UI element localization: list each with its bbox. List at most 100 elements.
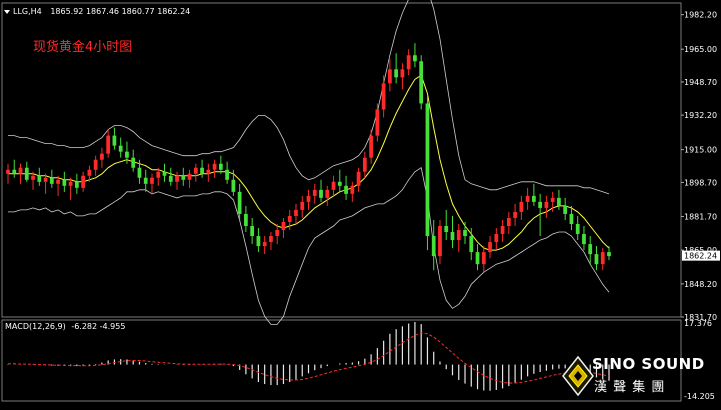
candle-body: [212, 163, 217, 170]
candle-body: [112, 135, 117, 146]
candle-body: [12, 169, 17, 174]
candle-body: [68, 181, 73, 186]
candle-body: [49, 177, 54, 184]
candle-body: [456, 230, 461, 241]
candle-body: [137, 167, 142, 178]
candle-body: [187, 173, 192, 180]
candle-body: [37, 175, 42, 182]
candle-body: [381, 83, 386, 110]
candle-body: [538, 201, 543, 208]
candle-body: [181, 175, 186, 180]
current-price-label: 1862.24: [684, 252, 717, 261]
candle-body: [400, 69, 405, 78]
candle-body: [56, 179, 60, 184]
logo-name: SINO SOUND: [592, 355, 705, 373]
candle-body: [531, 195, 536, 202]
candle-body: [100, 153, 104, 160]
candle-body: [413, 55, 417, 62]
candle-body: [300, 201, 305, 210]
candle-body: [156, 171, 161, 178]
candle-body: [444, 225, 449, 233]
candle-body: [582, 234, 586, 245]
candle-body: [519, 201, 524, 212]
ma-line: [8, 74, 610, 251]
candle-body: [450, 232, 455, 241]
candle-body: [18, 167, 23, 174]
y-tick-label: 1898.70: [684, 178, 717, 187]
macd-values: -6.282 -4.955: [71, 322, 126, 331]
bollinger-upper-line: [8, 0, 610, 195]
candle-body: [81, 175, 86, 188]
candle-body: [200, 167, 204, 174]
chart-window: 1982.20 1965.00 1948.70 1932.20 1915.00 1898.…: [0, 0, 721, 406]
candle-body: [319, 189, 323, 198]
candle-body: [469, 236, 474, 253]
candle-body: [325, 189, 330, 198]
candle-body: [388, 69, 392, 84]
candle-body: [463, 230, 467, 237]
candle-body: [425, 103, 430, 237]
logo-mark: [562, 355, 594, 397]
candle-body: [369, 135, 373, 158]
candle-body: [131, 157, 136, 168]
candle-body: [488, 242, 492, 253]
candle-body: [24, 167, 29, 180]
candle-body: [406, 55, 411, 70]
macd-signal-line: [8, 332, 610, 384]
candle-body: [244, 213, 248, 226]
candle-body: [250, 225, 255, 237]
candle-body: [281, 221, 286, 231]
candle-body: [193, 167, 198, 174]
macd-tick-label: -14.205: [684, 392, 715, 401]
chart-canvas: 1982.20 1965.00 1948.70 1932.20 1915.00 1898.…: [1, 0, 720, 402]
candle-body: [569, 213, 574, 224]
candle-body: [125, 151, 129, 158]
candle-body: [544, 201, 549, 208]
candle-body: [175, 175, 179, 182]
macd-tick-label: 17.376: [684, 319, 712, 328]
symbol-header: LLG,H4 1865.92 1867.46 1860.77 1862.24: [4, 7, 190, 16]
candle-body: [74, 181, 79, 188]
y-tick-label: 1948.70: [684, 78, 717, 87]
candle-body: [331, 181, 336, 190]
candle-body: [306, 195, 311, 202]
candle-body: [168, 175, 173, 182]
candle-body: [6, 169, 10, 174]
signal-line: [8, 332, 610, 384]
candle-body: [150, 177, 154, 184]
macd-header: MACD(12,26,9) -6.282 -4.955: [5, 322, 125, 331]
dropdown-triangle-icon[interactable]: [4, 9, 10, 14]
candle-body: [506, 217, 511, 226]
candle-body: [362, 157, 367, 172]
candle-body: [93, 159, 98, 170]
moving-average: [8, 74, 610, 251]
candle-body: [62, 179, 67, 186]
y-tick-label: 1881.70: [684, 213, 717, 222]
y-tick-label: 1932.20: [684, 111, 717, 120]
candle-body: [218, 163, 223, 170]
candle-body: [525, 195, 530, 202]
candle-body: [118, 145, 123, 152]
candle-body: [43, 177, 48, 182]
symbol-label: LLG,H4: [13, 7, 42, 16]
candle-body: [594, 254, 599, 265]
y-tick-label: 1915.00: [684, 146, 717, 155]
price-axis: 1982.20 1965.00 1948.70 1932.20 1915.00 1898.…: [681, 11, 720, 401]
candle-body: [557, 197, 561, 206]
candle-body: [312, 189, 317, 196]
candle-body: [256, 236, 261, 247]
candle-body: [575, 223, 580, 235]
candle-body: [394, 69, 399, 78]
candle-body: [344, 185, 348, 194]
candle-body: [87, 169, 92, 176]
logo-name-cn: 漢 聲 集 團: [594, 380, 666, 395]
candle-body: [356, 171, 361, 186]
candle-body: [206, 169, 211, 174]
candle-body: [513, 211, 517, 218]
candle-body: [262, 242, 267, 247]
y-tick-label: 1982.20: [684, 11, 717, 20]
candle-body: [294, 209, 298, 216]
chart-frame: [1, 2, 682, 402]
candle-body: [275, 230, 280, 237]
candle-body: [494, 234, 499, 243]
